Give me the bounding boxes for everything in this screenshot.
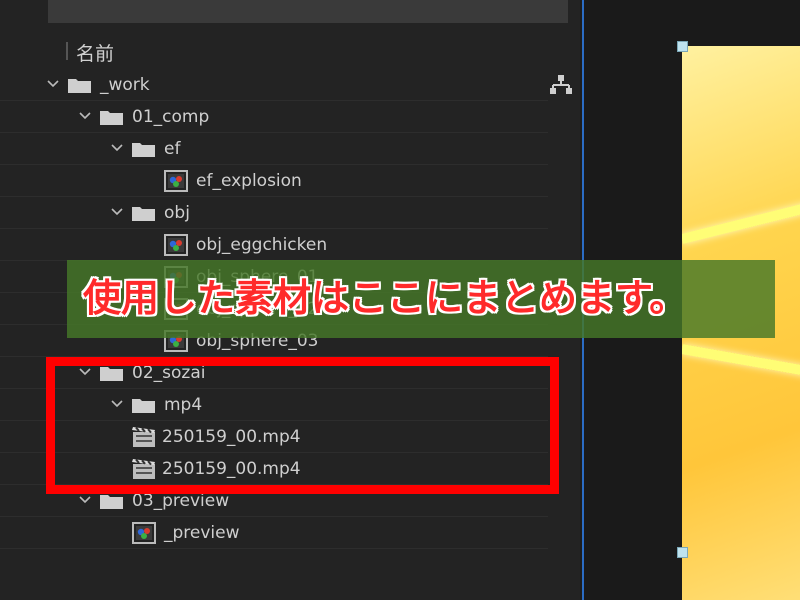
annotation-banner: 使用した素材はここにまとめます。 xyxy=(67,260,775,338)
chevron-down-icon[interactable] xyxy=(110,205,124,219)
flowchart-icon[interactable] xyxy=(550,75,572,95)
composition-icon xyxy=(132,522,156,544)
chevron-down-icon[interactable] xyxy=(78,493,92,507)
light-streak xyxy=(682,185,800,244)
chevron-down-icon[interactable] xyxy=(110,141,124,155)
tree-item-label: obj_eggchicken xyxy=(196,235,328,255)
folder-icon xyxy=(132,207,155,221)
folder-icon xyxy=(132,143,155,157)
transform-handle[interactable] xyxy=(677,547,688,558)
transform-handle[interactable] xyxy=(677,41,688,52)
tree-row[interactable]: obj_eggchicken xyxy=(0,229,548,261)
tree-row[interactable]: ef xyxy=(0,133,548,165)
chevron-down-icon[interactable] xyxy=(46,77,60,91)
tree-row[interactable]: obj xyxy=(0,197,548,229)
column-header-row: 名前 xyxy=(0,34,580,68)
tree-row[interactable]: ef_explosion xyxy=(0,165,548,197)
tree-item-label: _preview xyxy=(164,523,240,543)
tree-item-label: ef xyxy=(164,139,181,159)
tree-item-label: obj xyxy=(164,203,190,223)
highlight-box xyxy=(46,357,559,494)
column-separator[interactable] xyxy=(66,42,68,60)
tree-item-label: ef_explosion xyxy=(196,171,302,191)
composition-icon xyxy=(164,170,188,192)
folder-icon xyxy=(100,111,123,125)
folder-icon xyxy=(68,79,91,93)
tree-item-label: 01_comp xyxy=(132,107,210,127)
search-bar[interactable] xyxy=(48,0,568,23)
folder-icon xyxy=(100,495,123,509)
annotation-text: 使用した素材はここにまとめます。 xyxy=(83,276,688,320)
chevron-down-icon[interactable] xyxy=(78,109,92,123)
name-column-header[interactable]: 名前 xyxy=(76,39,114,66)
tree-row[interactable]: 01_comp xyxy=(0,101,548,133)
tree-row[interactable]: _work xyxy=(0,69,548,101)
tree-item-label: _work xyxy=(100,75,150,95)
light-streak xyxy=(682,344,800,389)
tree-row[interactable]: _preview xyxy=(0,517,548,549)
composition-icon xyxy=(164,234,188,256)
